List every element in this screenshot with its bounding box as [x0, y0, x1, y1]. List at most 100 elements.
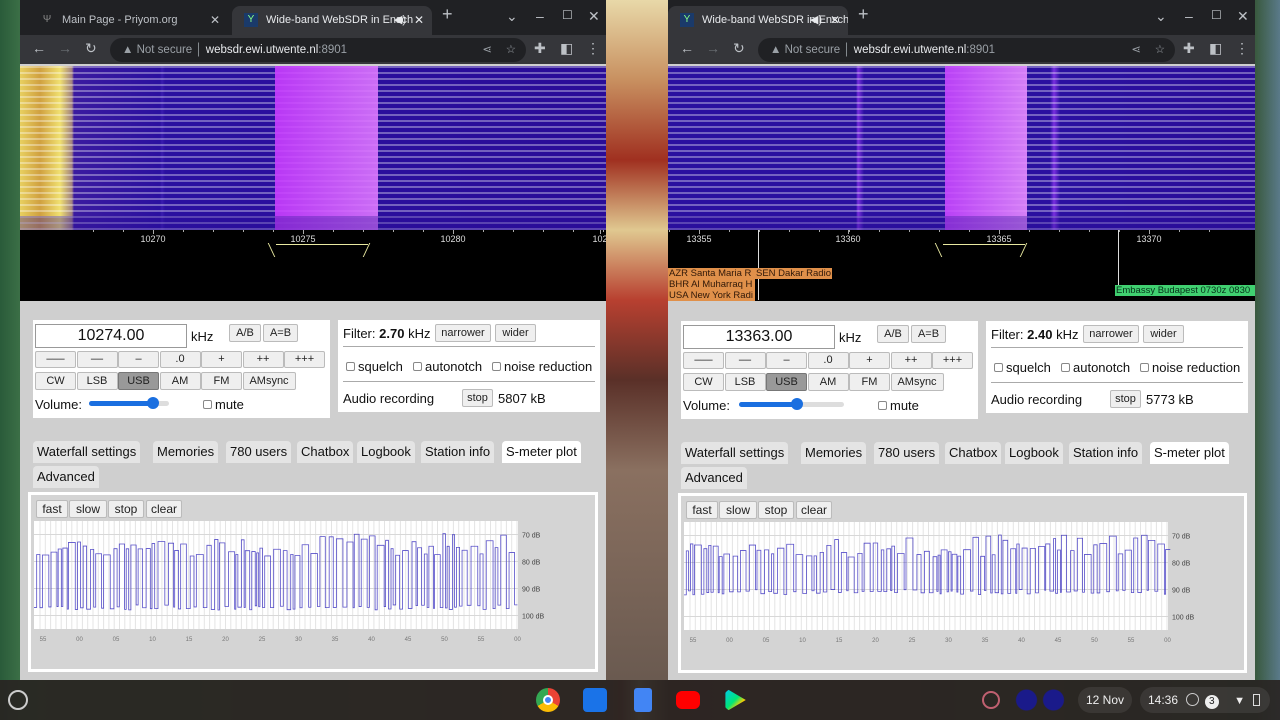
checkbox[interactable]: [492, 362, 501, 371]
browser-tab[interactable]: Y Wide-band WebSDR in Ensch ◀) ✕: [232, 6, 432, 35]
panel-tab[interactable]: Waterfall settings: [681, 442, 789, 464]
step-button[interactable]: –––: [35, 351, 76, 368]
step-button[interactable]: ––: [724, 352, 766, 369]
panel-tab[interactable]: Station info: [1069, 442, 1143, 464]
mute-checkbox[interactable]: mute: [203, 397, 244, 412]
volume-thumb[interactable]: [790, 398, 803, 410]
browser-tab[interactable]: Y Wide-band WebSDR in Ensch ◀) ✕: [668, 6, 848, 35]
address-bar[interactable]: ▲ Not secure │ websdr.ewi.utwente.nl:890…: [758, 38, 1175, 62]
smeter-fast-button[interactable]: fast: [36, 500, 68, 518]
chrome-icon[interactable]: [536, 688, 560, 712]
panel-tab[interactable]: Advanced: [33, 466, 99, 488]
minimize-icon[interactable]: –: [536, 8, 544, 24]
share-icon[interactable]: ⋖: [482, 38, 492, 62]
autonotch-checkbox[interactable]: autonotch: [413, 359, 482, 374]
squelch-checkbox[interactable]: squelch: [994, 360, 1051, 375]
address-bar[interactable]: ▲ Not secure │ websdr.ewi.utwente.nl:890…: [110, 38, 526, 62]
screen-record-icon[interactable]: [982, 691, 1000, 709]
frequency-input[interactable]: 13363.00: [683, 325, 835, 349]
mode-button-cw[interactable]: CW: [35, 372, 76, 390]
smeter-slow-button[interactable]: slow: [69, 500, 107, 518]
checkbox[interactable]: [346, 362, 355, 371]
smeter-fast-button[interactable]: fast: [686, 501, 718, 519]
panel-tab[interactable]: Station info: [421, 441, 495, 463]
mode-button-am[interactable]: AM: [159, 372, 201, 390]
mode-button-lsb[interactable]: LSB: [76, 372, 118, 390]
panel-tab[interactable]: S-meter plot: [502, 441, 581, 463]
browser-tab[interactable]: Ψ Main Page - Priyom.org ✕: [28, 6, 228, 35]
step-button[interactable]: –––: [683, 352, 724, 369]
volume-slider[interactable]: [739, 398, 844, 410]
audio-playing-icon[interactable]: ◀): [394, 6, 406, 34]
new-tab-icon[interactable]: +: [442, 4, 453, 25]
panel-tab[interactable]: 780 users: [226, 441, 292, 463]
mode-button-amsync[interactable]: AMsync: [890, 373, 944, 391]
docs-icon[interactable]: [634, 688, 652, 712]
step-button[interactable]: ++: [890, 352, 932, 369]
panel-tab[interactable]: Chatbox: [945, 442, 1002, 464]
mode-button-lsb[interactable]: LSB: [724, 373, 766, 391]
frequency-scale[interactable]: 13355 13360 13365 13370 AZR Santa Maria R S…: [668, 230, 1255, 301]
recording-stop-button[interactable]: stop: [462, 389, 493, 407]
checkbox[interactable]: [878, 401, 887, 410]
launcher-icon[interactable]: [8, 690, 28, 710]
extensions-icon[interactable]: ✚: [1183, 40, 1195, 57]
step-button[interactable]: –: [766, 352, 807, 369]
ab-button[interactable]: A/B: [229, 324, 261, 342]
close-window-icon[interactable]: ✕: [1237, 8, 1249, 25]
checkbox[interactable]: [1061, 363, 1070, 372]
wider-button[interactable]: wider: [1143, 325, 1184, 343]
noise-reduction-checkbox[interactable]: noise reduction: [492, 359, 592, 374]
close-tab-icon[interactable]: ✕: [830, 6, 840, 34]
checkbox[interactable]: [203, 400, 212, 409]
panel-tab[interactable]: Logbook: [357, 441, 415, 463]
smeter-stop-button[interactable]: stop: [758, 501, 794, 519]
close-tab-icon[interactable]: ✕: [414, 6, 424, 34]
audio-playing-icon[interactable]: ◀): [810, 6, 822, 34]
panel-tab[interactable]: Logbook: [1005, 442, 1063, 464]
frequency-input[interactable]: 10274.00: [35, 324, 187, 348]
panel-tab[interactable]: S-meter plot: [1150, 442, 1229, 464]
station-label[interactable]: SEN Dakar Radio: [755, 268, 832, 279]
reload-icon[interactable]: ↻: [733, 40, 745, 57]
play-store-icon[interactable]: [725, 688, 746, 712]
close-tab-icon[interactable]: ✕: [210, 6, 220, 34]
step-button[interactable]: ––: [76, 351, 118, 368]
back-icon[interactable]: ←: [680, 40, 694, 56]
step-button[interactable]: +: [201, 351, 242, 368]
reload-icon[interactable]: ↻: [85, 40, 97, 57]
frequency-scale[interactable]: 10270 10275 10280 102: [20, 230, 606, 301]
step-button[interactable]: .0: [807, 352, 849, 369]
panel-tab[interactable]: Memories: [153, 441, 219, 463]
mode-button-fm[interactable]: FM: [201, 372, 242, 390]
minimize-icon[interactable]: –: [1185, 8, 1193, 24]
mode-button-fm[interactable]: FM: [849, 373, 890, 391]
narrower-button[interactable]: narrower: [435, 324, 491, 342]
squelch-checkbox[interactable]: squelch: [346, 359, 403, 374]
step-button[interactable]: –: [118, 351, 159, 368]
smeter-slow-button[interactable]: slow: [719, 501, 757, 519]
extensions-icon[interactable]: ✚: [534, 40, 546, 57]
mode-button-usb[interactable]: USB: [766, 373, 807, 391]
volume-thumb[interactable]: [147, 397, 159, 409]
media-tray-icon[interactable]: [1013, 688, 1067, 712]
panel-tab[interactable]: Advanced: [681, 467, 747, 489]
a-equals-b-button[interactable]: A=B: [911, 325, 946, 343]
panel-tab[interactable]: Memories: [801, 442, 867, 464]
passband-indicator[interactable]: [276, 244, 368, 256]
wider-button[interactable]: wider: [495, 324, 536, 342]
mode-button-am[interactable]: AM: [807, 373, 849, 391]
smeter-clear-button[interactable]: clear: [796, 501, 832, 519]
bookmark-star-icon[interactable]: ☆: [1155, 38, 1165, 62]
new-tab-icon[interactable]: +: [858, 4, 869, 25]
checkbox[interactable]: [994, 363, 1003, 372]
step-button[interactable]: +++: [932, 352, 973, 369]
recording-stop-button[interactable]: stop: [1110, 390, 1141, 408]
waterfall-display[interactable]: [668, 66, 1255, 230]
panel-tab[interactable]: 780 users: [874, 442, 940, 464]
close-window-icon[interactable]: ✕: [588, 8, 600, 25]
passband-indicator[interactable]: [943, 244, 1025, 256]
tab-search-chevron-icon[interactable]: ⌄: [506, 8, 518, 25]
youtube-icon[interactable]: [676, 691, 700, 709]
mode-button-amsync[interactable]: AMsync: [242, 372, 296, 390]
